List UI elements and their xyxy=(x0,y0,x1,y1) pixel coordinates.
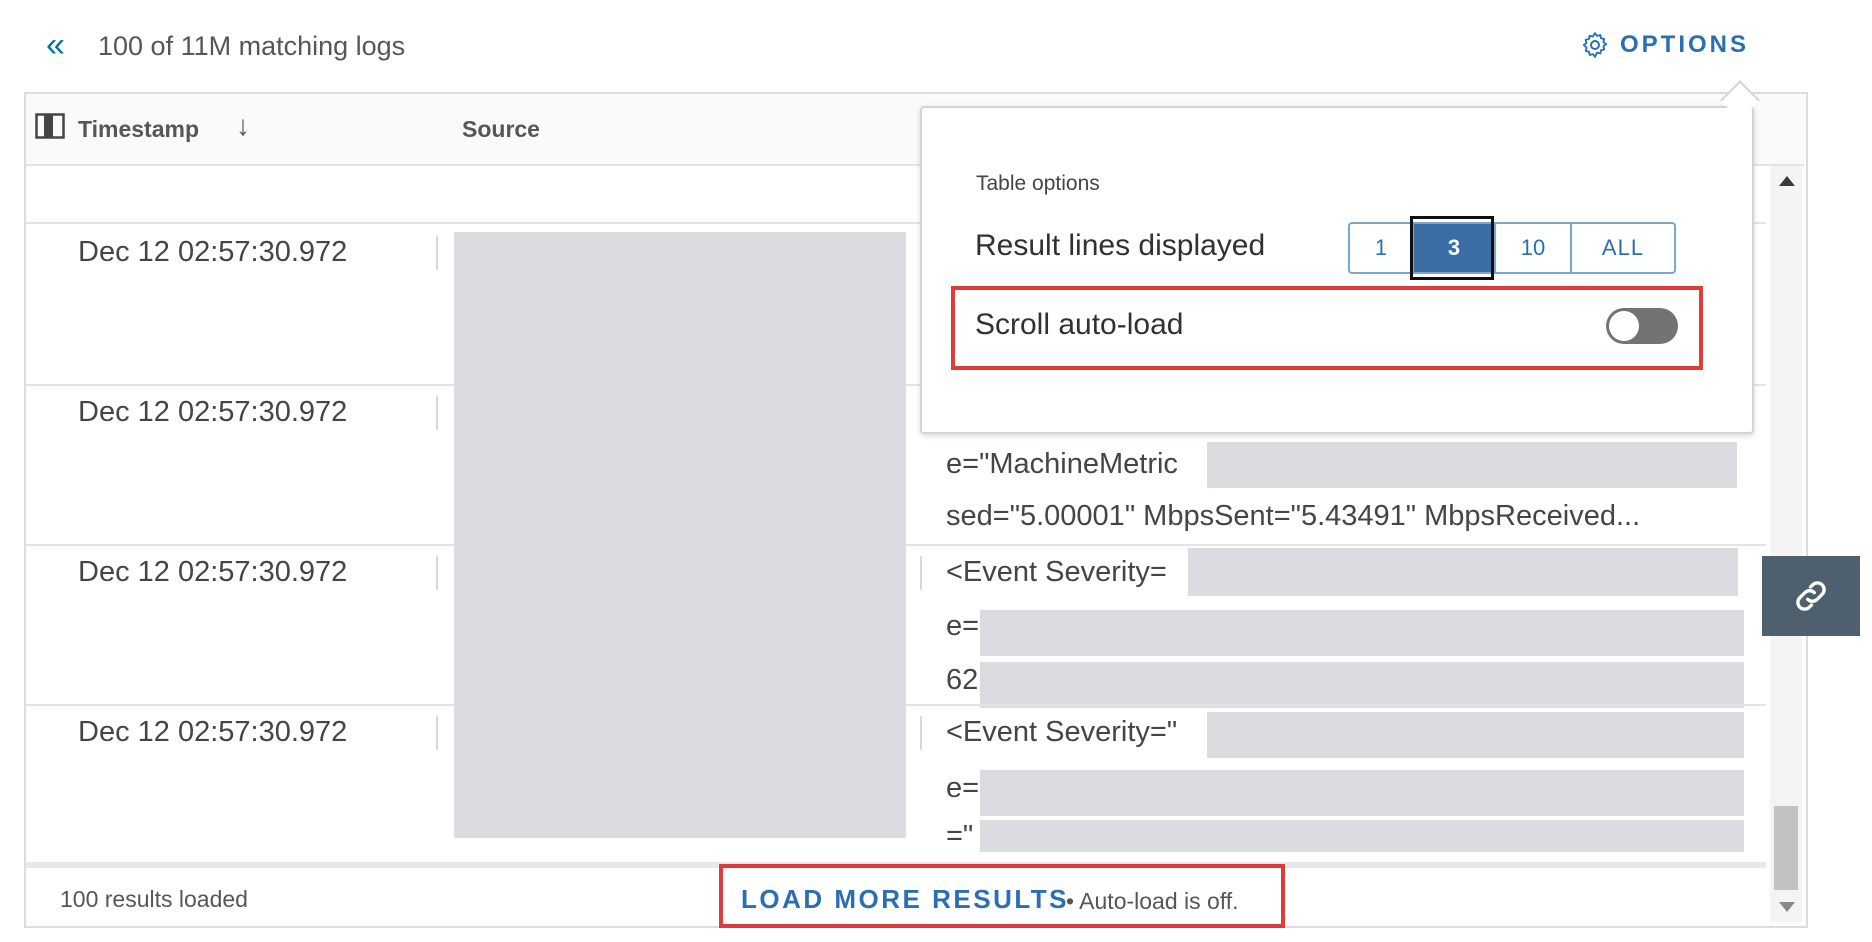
autoload-note: • Auto-load is off. xyxy=(1066,888,1239,914)
row-2-timestamp: Dec 12 02:57:30.972 xyxy=(78,396,348,428)
redaction-block xyxy=(980,820,1744,852)
row-2-message-line-3: sed="5.00001" MbpsSent="5.43491" MbpsRec… xyxy=(946,500,1641,532)
sort-descending-icon[interactable]: ↓ xyxy=(236,110,250,142)
results-loaded-status: 100 results loaded xyxy=(60,886,248,912)
gear-icon xyxy=(1582,32,1608,58)
redaction-block xyxy=(980,770,1744,816)
row-3-message-line-1: <Event Severity= xyxy=(946,556,1167,588)
link-icon xyxy=(1796,581,1826,611)
result-lines-option-10[interactable]: 10 xyxy=(1494,224,1572,272)
row-3-message-line-3: 62 xyxy=(946,664,979,696)
row-4-message-line-3: =" xyxy=(946,820,974,852)
row-2-message-line-2: e="MachineMetric xyxy=(946,448,1178,480)
matching-logs-count: 100 of 11M matching logs xyxy=(98,31,406,61)
share-link-button[interactable] xyxy=(1762,556,1860,636)
column-header-source[interactable]: Source xyxy=(462,116,540,143)
redaction-block xyxy=(1207,712,1744,758)
column-header-timestamp[interactable]: Timestamp xyxy=(78,116,199,143)
row-1-timestamp: Dec 12 02:57:30.972 xyxy=(78,236,348,268)
column-toggle-icon[interactable] xyxy=(35,113,65,139)
toggle-knob xyxy=(1609,311,1639,341)
result-lines-label: Result lines displayed xyxy=(975,229,1266,262)
row-4-message-line-1: <Event Severity=" xyxy=(946,716,1178,748)
redaction-block xyxy=(1188,548,1738,596)
scroll-down-arrow-icon[interactable] xyxy=(1779,902,1795,912)
options-label: OPTIONS xyxy=(1620,31,1750,58)
scroll-up-arrow-icon[interactable] xyxy=(1779,176,1795,186)
row-3-message-line-2: e= xyxy=(946,610,980,642)
row-3-timestamp: Dec 12 02:57:30.972 xyxy=(78,556,348,588)
row-4-timestamp: Dec 12 02:57:30.972 xyxy=(78,716,348,748)
row-4-message-line-2: e= xyxy=(946,772,980,804)
options-button[interactable]: OPTIONS xyxy=(1580,30,1749,60)
scroll-autoload-label: Scroll auto-load xyxy=(975,308,1184,341)
redaction-block xyxy=(980,610,1744,656)
scrollbar-thumb[interactable] xyxy=(1774,806,1798,890)
redaction-block xyxy=(1207,442,1737,488)
table-options-title: Table options xyxy=(976,172,1100,195)
collapse-panel-icon[interactable]: « xyxy=(46,28,65,62)
selected-option-focus-ring xyxy=(1410,216,1494,280)
result-lines-option-1[interactable]: 1 xyxy=(1350,224,1414,272)
source-column-redaction xyxy=(454,232,906,838)
result-lines-option-all[interactable]: ALL xyxy=(1572,224,1674,272)
redaction-block xyxy=(980,662,1744,708)
result-lines-segmented-control: 1 3 10 ALL xyxy=(1348,222,1676,274)
scroll-autoload-toggle[interactable] xyxy=(1606,308,1678,344)
load-more-results-button[interactable]: LOAD MORE RESULTS xyxy=(741,884,1069,915)
